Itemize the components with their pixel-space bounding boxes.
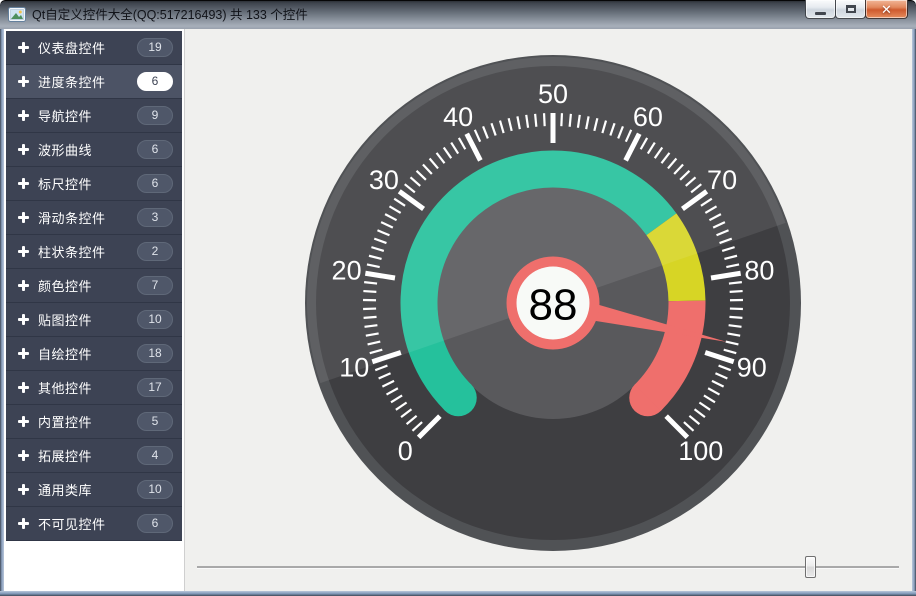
sidebar-item[interactable]: 进度条控件 6 — [6, 65, 182, 99]
plus-icon[interactable] — [18, 416, 29, 427]
sidebar-item-count-badge: 17 — [137, 378, 173, 397]
sidebar-item[interactable]: 不可见控件 6 — [6, 507, 182, 541]
plus-icon[interactable] — [18, 314, 29, 325]
sidebar-item[interactable]: 贴图控件 10 — [6, 303, 182, 337]
plus-icon[interactable] — [18, 450, 29, 461]
sidebar-item-count-badge: 6 — [137, 140, 173, 159]
sidebar-item-label: 自绘控件 — [38, 344, 92, 363]
plus-icon[interactable] — [18, 42, 29, 53]
value-slider-handle[interactable] — [805, 556, 816, 578]
sidebar-item-count-badge: 3 — [137, 208, 173, 227]
sidebar-category-list: 仪表盘控件 19 进度条控件 6 导航控件 9 波形曲线 6 标尺控件 6 滑动 — [4, 29, 185, 591]
sidebar-item-count-badge: 10 — [137, 480, 173, 499]
app-window: Qt自定义控件大全(QQ:517216493) 共 133 个控件 ✕ 仪表盘控… — [0, 0, 916, 596]
sidebar-item-label: 颜色控件 — [38, 276, 92, 295]
sidebar-item-label: 内置控件 — [38, 412, 92, 431]
plus-icon[interactable] — [18, 484, 29, 495]
sidebar-item[interactable]: 仪表盘控件 19 — [6, 31, 182, 65]
plus-icon[interactable] — [18, 178, 29, 189]
minimize-icon — [815, 12, 826, 15]
sidebar-item-count-badge: 19 — [137, 38, 173, 57]
svg-text:90: 90 — [737, 353, 767, 383]
sidebar-item-count-badge: 5 — [137, 412, 173, 431]
plus-icon[interactable] — [18, 144, 29, 155]
minimize-button[interactable] — [805, 0, 836, 19]
window-title: Qt自定义控件大全(QQ:517216493) 共 133 个控件 — [32, 0, 308, 29]
sidebar-item-count-badge: 6 — [137, 174, 173, 193]
plus-icon[interactable] — [18, 280, 29, 291]
title-bar[interactable]: Qt自定义控件大全(QQ:517216493) 共 133 个控件 ✕ — [0, 0, 916, 29]
window-frame-bottom — [0, 591, 916, 596]
sidebar-item-label: 其他控件 — [38, 378, 92, 397]
plus-icon[interactable] — [18, 518, 29, 529]
gauge-progress-widget: 010203040506070809010088 — [305, 55, 801, 551]
gauge-value-text: 88 — [529, 281, 578, 330]
plus-icon[interactable] — [18, 348, 29, 359]
sidebar-item-label: 拓展控件 — [38, 446, 92, 465]
sidebar-item-label: 波形曲线 — [38, 140, 92, 159]
close-icon: ✕ — [881, 3, 892, 16]
close-button[interactable]: ✕ — [865, 0, 908, 19]
sidebar-item-count-badge: 6 — [137, 72, 173, 91]
sidebar-item[interactable]: 拓展控件 4 — [6, 439, 182, 473]
sidebar-item-label: 进度条控件 — [38, 72, 106, 91]
sidebar-item-count-badge: 9 — [137, 106, 173, 125]
sidebar-item-count-badge: 6 — [137, 514, 173, 533]
app-icon — [8, 7, 26, 22]
sidebar-item-count-badge: 2 — [137, 242, 173, 261]
sidebar-item-label: 贴图控件 — [38, 310, 92, 329]
sidebar-item-label: 滑动条控件 — [38, 208, 106, 227]
sidebar-item[interactable]: 波形曲线 6 — [6, 133, 182, 167]
svg-text:80: 80 — [744, 255, 774, 285]
sidebar-item-count-badge: 4 — [137, 446, 173, 465]
sidebar-item[interactable]: 内置控件 5 — [6, 405, 182, 439]
svg-text:100: 100 — [678, 436, 723, 466]
sidebar-item[interactable]: 标尺控件 6 — [6, 167, 182, 201]
plus-icon[interactable] — [18, 110, 29, 121]
window-controls: ✕ — [806, 0, 908, 19]
sidebar-item-label: 通用类库 — [38, 480, 92, 499]
maximize-icon — [846, 5, 856, 13]
window-content: 仪表盘控件 19 进度条控件 6 导航控件 9 波形曲线 6 标尺控件 6 滑动 — [4, 29, 912, 591]
sidebar-item[interactable]: 颜色控件 7 — [6, 269, 182, 303]
plus-icon[interactable] — [18, 212, 29, 223]
sidebar-item-count-badge: 10 — [137, 310, 173, 329]
sidebar-item-count-badge: 18 — [137, 344, 173, 363]
sidebar-item-label: 标尺控件 — [38, 174, 92, 193]
svg-text:0: 0 — [398, 436, 413, 466]
value-slider-track[interactable] — [197, 566, 899, 569]
sidebar-item[interactable]: 柱状条控件 2 — [6, 235, 182, 269]
sidebar-item[interactable]: 自绘控件 18 — [6, 337, 182, 371]
maximize-button[interactable] — [835, 0, 866, 19]
sidebar-item-count-badge: 7 — [137, 276, 173, 295]
window-frame-right — [912, 29, 916, 596]
sidebar-item[interactable]: 其他控件 17 — [6, 371, 182, 405]
sidebar-item-label: 导航控件 — [38, 106, 92, 125]
plus-icon[interactable] — [18, 76, 29, 87]
sidebar-item-label: 不可见控件 — [38, 514, 106, 533]
sidebar-item-label: 仪表盘控件 — [38, 38, 106, 57]
sidebar-item[interactable]: 导航控件 9 — [6, 99, 182, 133]
plus-icon[interactable] — [18, 382, 29, 393]
sidebar-item[interactable]: 通用类库 10 — [6, 473, 182, 507]
sidebar-item-label: 柱状条控件 — [38, 242, 106, 261]
sidebar-item[interactable]: 滑动条控件 3 — [6, 201, 182, 235]
main-panel: 010203040506070809010088 — [185, 29, 912, 591]
plus-icon[interactable] — [18, 246, 29, 257]
